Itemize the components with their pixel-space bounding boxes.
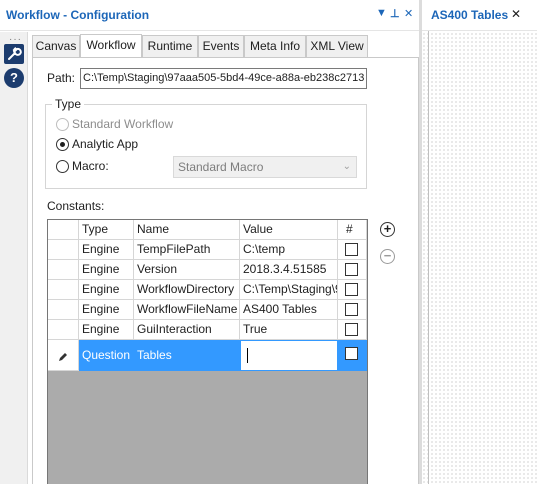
table-cell-name[interactable]: TempFilePath: [134, 240, 240, 260]
analytic-app-label[interactable]: Analytic App: [72, 137, 138, 151]
table-cell-hash: [338, 260, 367, 280]
standard-workflow-label: Standard Workflow: [72, 117, 174, 131]
wrench-icon[interactable]: [4, 44, 24, 64]
row-checkbox[interactable]: [345, 243, 358, 256]
tab-meta-info[interactable]: Meta Info: [244, 35, 306, 57]
canvas-border: [428, 31, 429, 484]
row-selector-editing[interactable]: [48, 340, 79, 371]
table-cell-type[interactable]: Engine: [79, 300, 134, 320]
table-cell-hash: [338, 320, 367, 340]
tab-runtime[interactable]: Runtime: [142, 35, 198, 57]
table-cell-name[interactable]: GuiInteraction: [134, 320, 240, 340]
constants-grid: Type Name Value # Engine TempFilePath C:…: [47, 219, 368, 484]
radio-analytic-app[interactable]: [56, 138, 69, 151]
add-row-button[interactable]: +: [380, 222, 395, 237]
macro-select-value: Standard Macro: [178, 160, 264, 174]
text-caret: [247, 348, 248, 363]
table-cell-type[interactable]: Question: [79, 340, 134, 371]
help-icon[interactable]: ?: [4, 68, 24, 88]
table-cell-value-editor[interactable]: [240, 340, 338, 371]
row-selector[interactable]: [48, 280, 79, 300]
table-cell-hash: [338, 340, 367, 371]
row-checkbox[interactable]: [345, 263, 358, 276]
tab-workflow[interactable]: Workflow: [80, 34, 142, 57]
table-cell-name[interactable]: WorkflowDirectory: [134, 280, 240, 300]
table-cell-type[interactable]: Engine: [79, 320, 134, 340]
close-icon[interactable]: ✕: [404, 7, 413, 20]
remove-row-button[interactable]: −: [380, 249, 395, 264]
grid-header-value[interactable]: Value: [240, 220, 338, 240]
row-selector[interactable]: [48, 320, 79, 340]
table-cell-hash: [338, 280, 367, 300]
pencil-icon: [59, 353, 67, 361]
table-cell-type[interactable]: Engine: [79, 240, 134, 260]
workflow-canvas[interactable]: [422, 0, 537, 484]
table-cell-value[interactable]: AS400 Tables: [240, 300, 338, 320]
type-legend: Type: [52, 97, 85, 111]
row-selector[interactable]: [48, 260, 79, 280]
grid-header-hash[interactable]: #: [338, 220, 367, 240]
grid-header-row-selector: [48, 220, 79, 240]
tab-events[interactable]: Events: [198, 35, 244, 57]
close-icon[interactable]: ✕: [511, 7, 521, 21]
workflow-configuration-panel: Workflow - Configuration ▼ ⊥ ✕ ··· ? Can…: [0, 0, 419, 484]
tab-canvas[interactable]: Canvas: [32, 35, 80, 57]
table-cell-name[interactable]: Version: [134, 260, 240, 280]
path-field[interactable]: C:\Temp\Staging\97aaa505-5bd4-49ce-a88a-…: [80, 68, 367, 89]
macro-type-select: Standard Macro ⌄: [173, 156, 357, 178]
pin-icon[interactable]: ⊥: [390, 7, 400, 20]
tab-xml-view[interactable]: XML View: [306, 35, 368, 57]
table-cell-name[interactable]: WorkflowFileName: [134, 300, 240, 320]
row-selector[interactable]: [48, 240, 79, 260]
table-cell-value[interactable]: C:\Temp\Staging\9: [240, 280, 338, 300]
document-tab-title[interactable]: AS400 Tables: [431, 8, 508, 22]
grid-header-name[interactable]: Name: [134, 220, 240, 240]
radio-standard-workflow: [56, 118, 69, 131]
dropdown-icon[interactable]: ▼: [376, 7, 387, 19]
chevron-down-icon: ⌄: [342, 161, 351, 172]
constants-label: Constants:: [47, 199, 105, 213]
macro-label[interactable]: Macro:: [72, 159, 109, 173]
path-label: Path:: [47, 71, 76, 85]
table-cell-hash: [338, 300, 367, 320]
tool-strip: ··· ?: [0, 32, 28, 484]
tab-bar: Canvas Workflow Runtime Events Meta Info…: [32, 34, 419, 57]
table-cell-name[interactable]: Tables: [134, 340, 240, 371]
panel-title: Workflow - Configuration: [6, 8, 150, 22]
table-cell-value[interactable]: 2018.3.4.51585: [240, 260, 338, 280]
radio-selected-dot: [60, 142, 65, 147]
table-cell-type[interactable]: Engine: [79, 260, 134, 280]
table-cell-value[interactable]: C:\temp: [240, 240, 338, 260]
table-cell-value[interactable]: True: [240, 320, 338, 340]
row-checkbox[interactable]: [345, 303, 358, 316]
row-checkbox[interactable]: [345, 347, 358, 360]
table-cell-type[interactable]: Engine: [79, 280, 134, 300]
grid-header-type[interactable]: Type: [79, 220, 134, 240]
radio-macro[interactable]: [56, 160, 69, 173]
row-checkbox[interactable]: [345, 323, 358, 336]
row-selector[interactable]: [48, 300, 79, 320]
table-cell-hash: [338, 240, 367, 260]
panel-header: Workflow - Configuration ▼ ⊥ ✕: [0, 0, 419, 31]
document-tab-header: AS400 Tables ✕: [422, 0, 537, 31]
row-checkbox[interactable]: [345, 283, 358, 296]
